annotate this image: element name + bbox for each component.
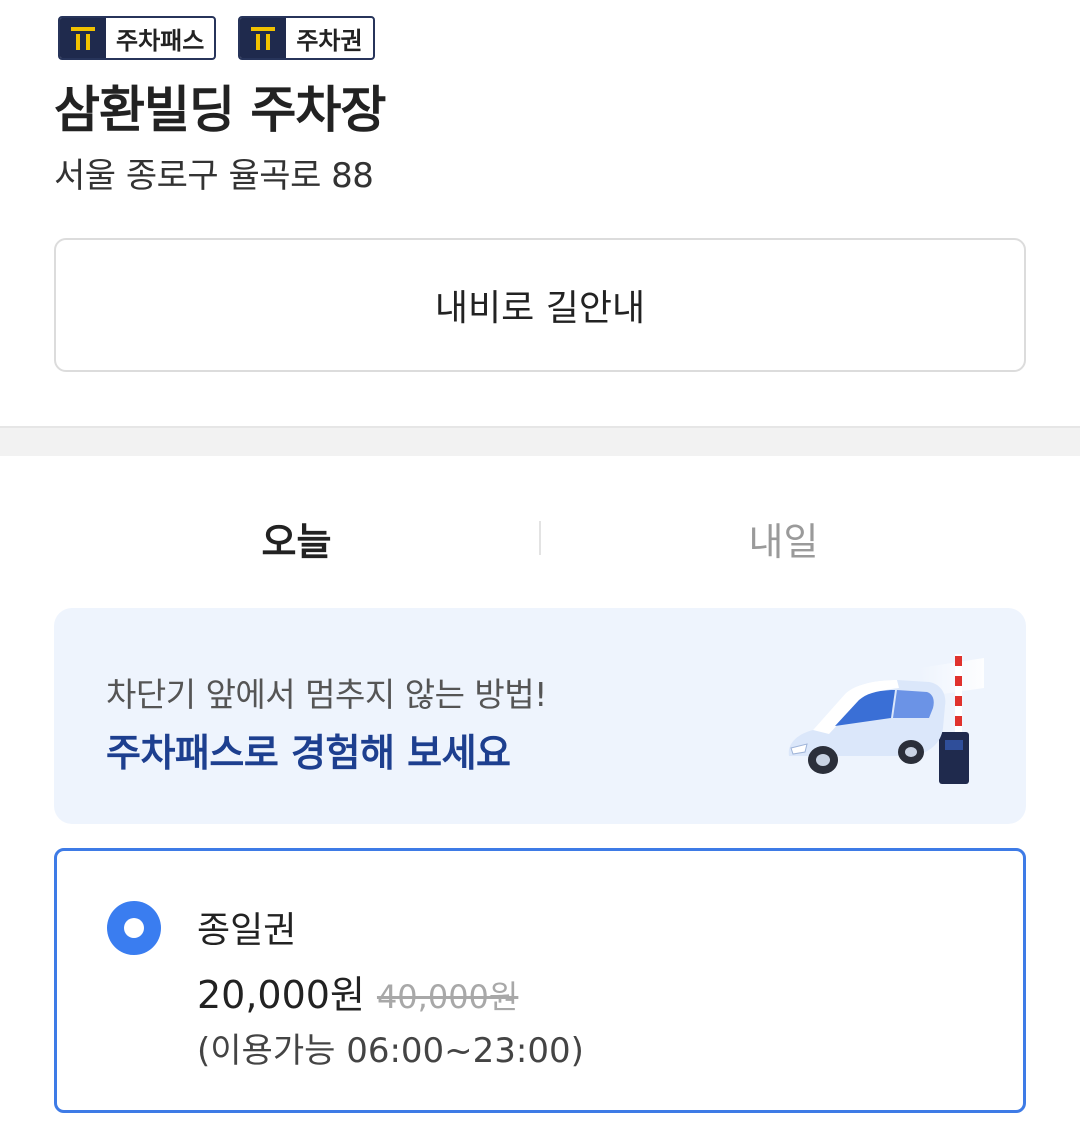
badge-label: 주차패스 [116,26,205,55]
ticket-radio-selected[interactable] [107,901,161,955]
ticket-original-price: 40,000원 [376,978,519,1016]
ticket-price-row: 20,000원 40,000원 [197,964,518,1019]
badge-parking-ticket: 주차권 [238,16,375,60]
ticket-price: 20,000원 [197,973,365,1017]
radio-dot [124,918,144,938]
car-passing-gate-icon [779,648,999,798]
badge-label: 주차권 [296,26,363,55]
badge-parking-pass: 주차패스 [58,16,217,60]
section-divider [0,426,1080,456]
service-badges: 주차패스 주차권 [58,16,375,60]
parking-lot-name: 삼환빌딩 주차장 [54,81,386,139]
all-day-ticket-option[interactable]: 종일권 20,000원 40,000원 (이용가능 06:00~23:00) [54,848,1026,1113]
promo-headline: 주차패스로 경험해 보세요 [106,731,511,775]
ticket-available-hours: (이용가능 06:00~23:00) [197,1031,584,1071]
t-logo-icon [60,18,106,58]
ticket-name: 종일권 [197,910,297,951]
parking-pass-promo-banner[interactable]: 차단기 앞에서 멈추지 않는 방법! 주차패스로 경험해 보세요 [54,608,1026,824]
parking-lot-address: 서울 종로구 율곡로 88 [54,156,374,196]
tab-tomorrow[interactable]: 내일 [541,490,1026,586]
t-logo-icon [240,18,287,58]
navigation-button[interactable]: 내비로 길안내 [54,238,1026,372]
promo-subtitle: 차단기 앞에서 멈추지 않는 방법! [106,675,547,714]
tab-today[interactable]: 오늘 [54,490,539,586]
date-tabs: 오늘 내일 [54,490,1026,586]
